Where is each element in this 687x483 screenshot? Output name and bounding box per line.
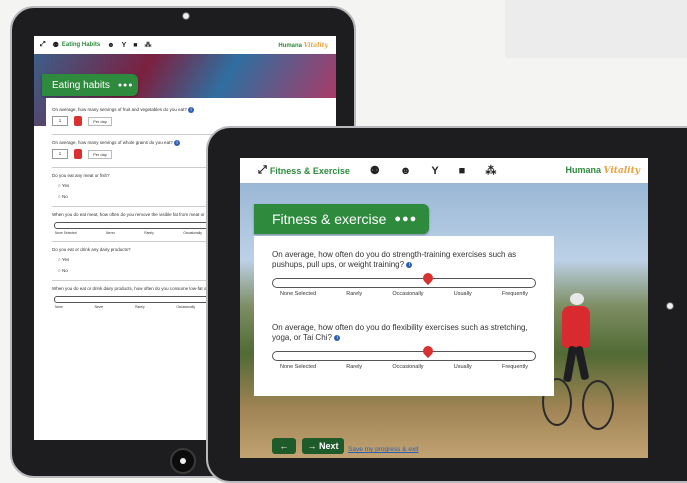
food-icon: ⚉ xyxy=(52,42,59,49)
medkit-icon[interactable]: ■ xyxy=(133,42,137,49)
glass-icon[interactable]: Y xyxy=(431,165,438,177)
back-button[interactable]: ← xyxy=(272,438,296,454)
brand-logo: Humana Vitality xyxy=(278,41,328,49)
camera xyxy=(182,12,190,20)
background-panel xyxy=(505,0,687,58)
front-tablet: ⤢ Fitness & Exercise ⚉ ☻ Y ■ ⁂ Humana Vi… xyxy=(206,126,687,483)
question-panel: On average, how often do you do strength… xyxy=(254,236,554,396)
info-icon[interactable]: i xyxy=(334,334,341,341)
info-icon[interactable]: i xyxy=(188,107,195,113)
unit-select[interactable]: Per day xyxy=(88,149,112,159)
people-icon[interactable]: ⁂ xyxy=(145,41,152,49)
heart-icon[interactable]: ☻ xyxy=(107,42,114,49)
expand-icon[interactable]: ⤢ xyxy=(40,41,46,49)
tab-fitness-exercise[interactable]: ⤢ Fitness & Exercise xyxy=(258,164,350,177)
expand-icon: ⤢ xyxy=(258,164,267,176)
strength-slider[interactable] xyxy=(272,278,536,288)
camera xyxy=(666,302,674,310)
top-nav: ⤢ ⚉ Eating Habits ☻ Y ■ ⁂ Humana Vitalit… xyxy=(34,36,336,55)
info-icon[interactable]: i xyxy=(174,140,181,147)
info-icon[interactable]: i xyxy=(406,261,413,268)
question-text: On average, how many servings of fruit a… xyxy=(52,107,330,113)
food-icon[interactable]: ⚉ xyxy=(370,164,380,177)
slider-labels: None Selected Rarely Occasionally Usuall… xyxy=(280,364,528,370)
stepper-button[interactable] xyxy=(74,149,82,160)
section-header: Fitness & exercise ●●● xyxy=(254,204,429,234)
stepper-button[interactable] xyxy=(74,116,82,127)
heart-icon[interactable]: ☻ xyxy=(400,165,412,177)
number-stepper: 1 Per day xyxy=(52,116,330,127)
front-screen: ⤢ Fitness & Exercise ⚉ ☻ Y ■ ⁂ Humana Vi… xyxy=(240,158,648,458)
glass-icon[interactable]: Y xyxy=(122,42,127,49)
progress-dots: ●●● xyxy=(117,81,134,89)
question-text: On average, how often do you do strength… xyxy=(272,250,517,269)
save-progress-link[interactable]: Save my progress & exit xyxy=(348,446,418,453)
unit-select[interactable]: Per day xyxy=(88,116,112,126)
brand-logo: Humana Vitality xyxy=(565,165,641,176)
question-text: On average, how often do you do flexibil… xyxy=(272,323,528,342)
home-button[interactable] xyxy=(170,448,196,474)
flexibility-slider[interactable] xyxy=(272,351,536,361)
progress-dots: ●●● xyxy=(394,213,418,225)
people-icon[interactable]: ⁂ xyxy=(485,164,496,177)
quantity-input[interactable]: 1 xyxy=(52,149,68,160)
top-nav: ⤢ Fitness & Exercise ⚉ ☻ Y ■ ⁂ Humana Vi… xyxy=(240,158,648,184)
medkit-icon[interactable]: ■ xyxy=(459,165,466,177)
quantity-input[interactable]: 1 xyxy=(52,116,68,127)
slider-labels: None Selected Rarely Occasionally Usuall… xyxy=(280,291,528,297)
section-header: Eating habits ●●● xyxy=(42,74,138,96)
tab-eating-habits[interactable]: ⚉ Eating Habits xyxy=(53,41,101,49)
next-button[interactable]: → Next xyxy=(302,438,344,454)
